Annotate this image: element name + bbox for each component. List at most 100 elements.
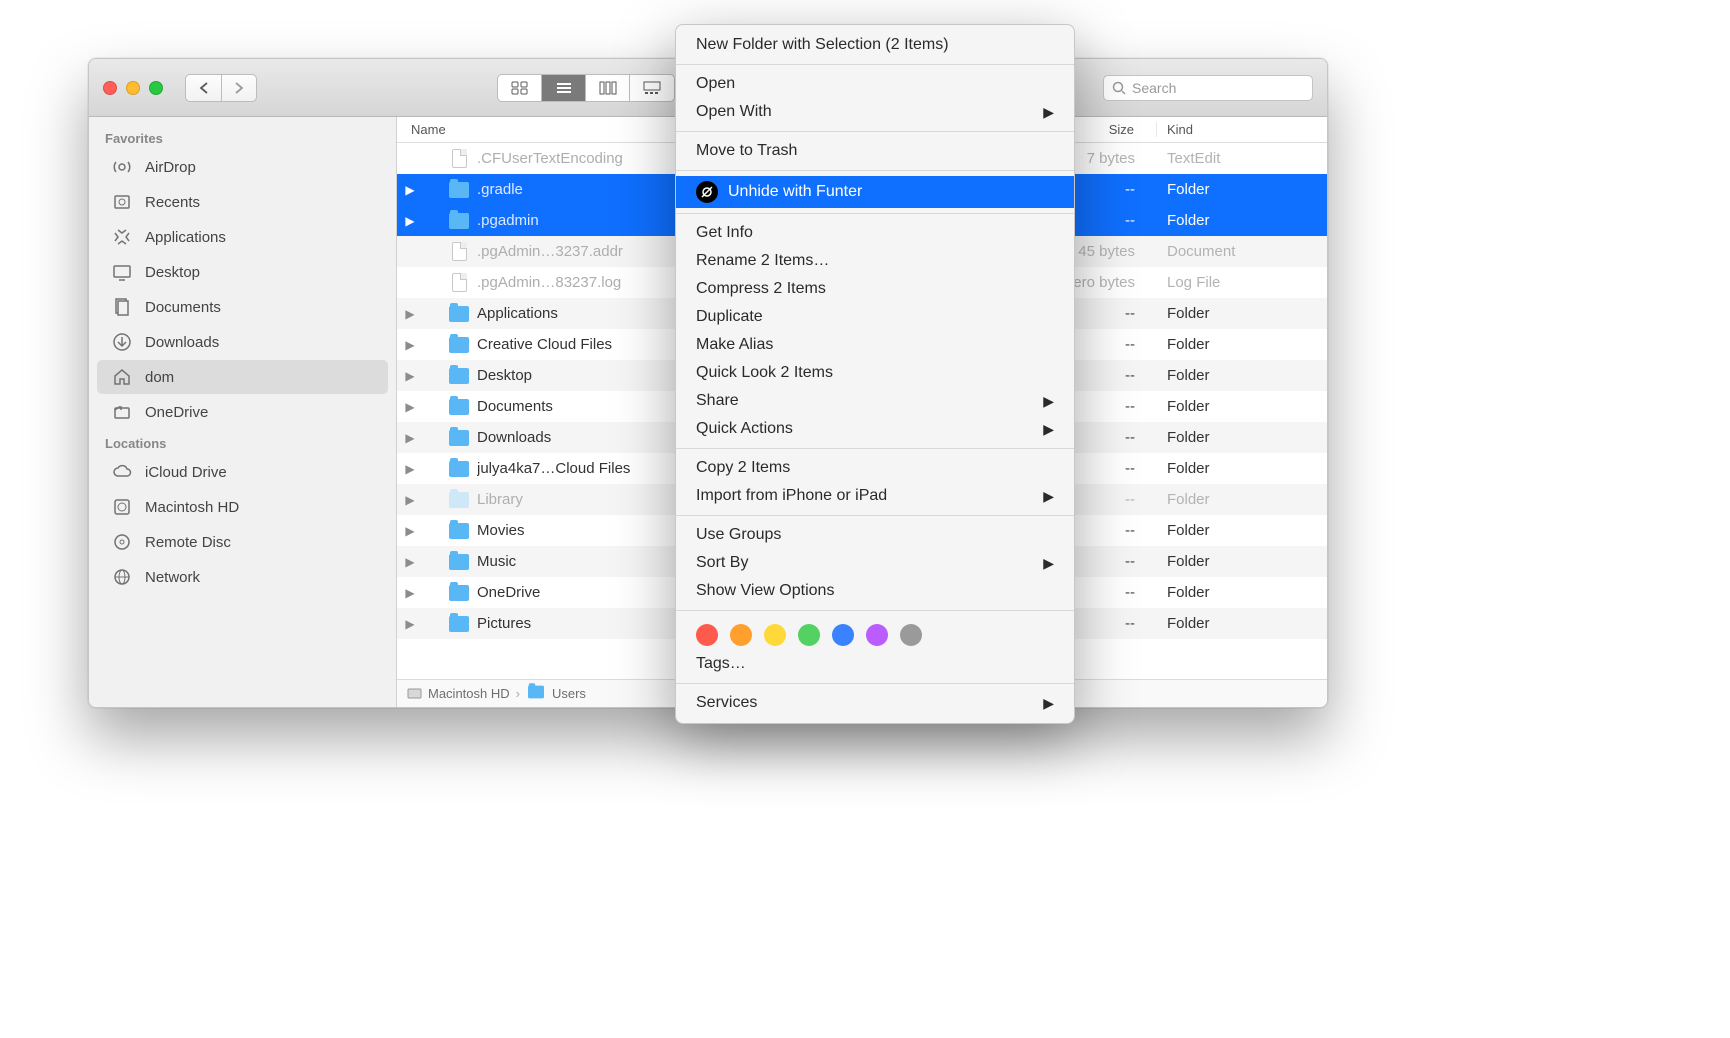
- sidebar-item-label: Desktop: [145, 264, 200, 281]
- path-segment[interactable]: Users: [552, 686, 586, 701]
- recents-icon: [111, 191, 133, 213]
- tag-color[interactable]: [900, 624, 922, 646]
- menu-item-duplicate[interactable]: Duplicate: [676, 303, 1074, 331]
- menu-item-quick-look-2-items[interactable]: Quick Look 2 Items: [676, 359, 1074, 387]
- sidebar-item-label: OneDrive: [145, 404, 208, 421]
- sidebar-item-icloud-drive[interactable]: iCloud Drive: [97, 455, 388, 489]
- fullscreen-window-button[interactable]: [149, 81, 163, 95]
- menu-item-services[interactable]: Services▶: [676, 689, 1074, 717]
- search-icon: [1112, 81, 1126, 95]
- menu-item-make-alias[interactable]: Make Alias: [676, 331, 1074, 359]
- search-field[interactable]: Search: [1103, 75, 1313, 101]
- tag-color[interactable]: [764, 624, 786, 646]
- menu-item-label: Rename 2 Items…: [696, 252, 829, 270]
- sidebar-item-applications[interactable]: Applications: [97, 220, 388, 254]
- file-kind: Folder: [1157, 398, 1327, 415]
- disclosure-triangle[interactable]: ▶: [397, 183, 423, 197]
- menu-item-label: Open: [696, 75, 735, 93]
- column-view-button[interactable]: [586, 75, 630, 101]
- back-button[interactable]: [185, 74, 221, 102]
- sidebar-item-onedrive[interactable]: OneDrive: [97, 395, 388, 429]
- disclosure-triangle[interactable]: ▶: [397, 307, 423, 321]
- sidebar-item-dom[interactable]: dom: [97, 360, 388, 394]
- menu-item-label: Use Groups: [696, 526, 781, 544]
- icon-view-button[interactable]: [498, 75, 542, 101]
- minimize-window-button[interactable]: [126, 81, 140, 95]
- tag-color[interactable]: [798, 624, 820, 646]
- disclosure-triangle[interactable]: ▶: [397, 617, 423, 631]
- sidebar-item-remote-disc[interactable]: Remote Disc: [97, 525, 388, 559]
- submenu-arrow-icon: ▶: [1043, 104, 1054, 121]
- sidebar: FavoritesAirDropRecentsApplicationsDeskt…: [89, 117, 397, 707]
- menu-item-import-from-iphone-or-ipad[interactable]: Import from iPhone or iPad▶: [676, 482, 1074, 510]
- traffic-lights: [103, 81, 163, 95]
- network-icon: [111, 566, 133, 588]
- menu-item-new-folder-with-selection-2-items[interactable]: New Folder with Selection (2 Items): [676, 31, 1074, 59]
- file-kind: Folder: [1157, 522, 1327, 539]
- menu-item-get-info[interactable]: Get Info: [676, 219, 1074, 247]
- remote-disc-icon: [111, 531, 133, 553]
- menu-item-copy-2-items[interactable]: Copy 2 Items: [676, 454, 1074, 482]
- list-view-button[interactable]: [542, 75, 586, 101]
- submenu-arrow-icon: ▶: [1043, 555, 1054, 572]
- submenu-arrow-icon: ▶: [1043, 695, 1054, 712]
- disclosure-triangle[interactable]: ▶: [397, 462, 423, 476]
- tag-color[interactable]: [866, 624, 888, 646]
- menu-item-open[interactable]: Open: [676, 70, 1074, 98]
- menu-item-label: Sort By: [696, 554, 748, 572]
- column-header-kind[interactable]: Kind: [1157, 122, 1327, 137]
- menu-item-unhide-with-funter[interactable]: Unhide with Funter: [676, 176, 1074, 208]
- menu-item-label: New Folder with Selection (2 Items): [696, 36, 949, 54]
- gallery-view-button[interactable]: [630, 75, 674, 101]
- folder-icon: [449, 430, 469, 446]
- sidebar-item-airdrop[interactable]: AirDrop: [97, 150, 388, 184]
- sidebar-item-recents[interactable]: Recents: [97, 185, 388, 219]
- disclosure-triangle[interactable]: ▶: [397, 338, 423, 352]
- folder-icon: [526, 684, 546, 703]
- tag-color[interactable]: [696, 624, 718, 646]
- nav-buttons: [185, 74, 257, 102]
- menu-item-tags[interactable]: Tags…: [676, 650, 1074, 678]
- menu-item-label: Tags…: [696, 655, 746, 673]
- menu-item-share[interactable]: Share▶: [676, 387, 1074, 415]
- sidebar-item-desktop[interactable]: Desktop: [97, 255, 388, 289]
- menu-item-use-groups[interactable]: Use Groups: [676, 521, 1074, 549]
- disclosure-triangle[interactable]: ▶: [397, 586, 423, 600]
- tag-color[interactable]: [832, 624, 854, 646]
- folder-icon: [449, 182, 469, 198]
- sidebar-item-macintosh-hd[interactable]: Macintosh HD: [97, 490, 388, 524]
- disclosure-triangle[interactable]: ▶: [397, 524, 423, 538]
- forward-button[interactable]: [221, 74, 257, 102]
- disclosure-triangle[interactable]: ▶: [397, 431, 423, 445]
- close-window-button[interactable]: [103, 81, 117, 95]
- sidebar-item-downloads[interactable]: Downloads: [97, 325, 388, 359]
- menu-item-label: Duplicate: [696, 308, 763, 326]
- tag-color[interactable]: [730, 624, 752, 646]
- file-kind: Folder: [1157, 491, 1327, 508]
- disclosure-triangle[interactable]: ▶: [397, 214, 423, 228]
- menu-item-move-to-trash[interactable]: Move to Trash: [676, 137, 1074, 165]
- path-segment[interactable]: Macintosh HD: [428, 686, 510, 701]
- menu-item-show-view-options[interactable]: Show View Options: [676, 577, 1074, 605]
- file-kind: TextEdit: [1157, 150, 1327, 167]
- disclosure-triangle[interactable]: ▶: [397, 493, 423, 507]
- funter-eye-icon: [696, 181, 718, 203]
- disclosure-triangle[interactable]: ▶: [397, 555, 423, 569]
- menu-item-label: Get Info: [696, 224, 753, 242]
- document-icon: [452, 149, 467, 168]
- menu-item-sort-by[interactable]: Sort By ▶: [676, 549, 1074, 577]
- sidebar-item-network[interactable]: Network: [97, 560, 388, 594]
- sidebar-item-label: Documents: [145, 299, 221, 316]
- disclosure-triangle[interactable]: ▶: [397, 400, 423, 414]
- menu-item-quick-actions[interactable]: Quick Actions▶: [676, 415, 1074, 443]
- sidebar-item-label: Network: [145, 569, 200, 586]
- menu-item-open-with[interactable]: Open With▶: [676, 98, 1074, 126]
- folder-icon: [449, 616, 469, 632]
- folder-icon: [449, 213, 469, 229]
- disclosure-triangle[interactable]: ▶: [397, 369, 423, 383]
- sidebar-item-label: Recents: [145, 194, 200, 211]
- menu-item-compress-2-items[interactable]: Compress 2 Items: [676, 275, 1074, 303]
- submenu-arrow-icon: ▶: [1043, 488, 1054, 505]
- menu-item-rename-2-items[interactable]: Rename 2 Items…: [676, 247, 1074, 275]
- sidebar-item-documents[interactable]: Documents: [97, 290, 388, 324]
